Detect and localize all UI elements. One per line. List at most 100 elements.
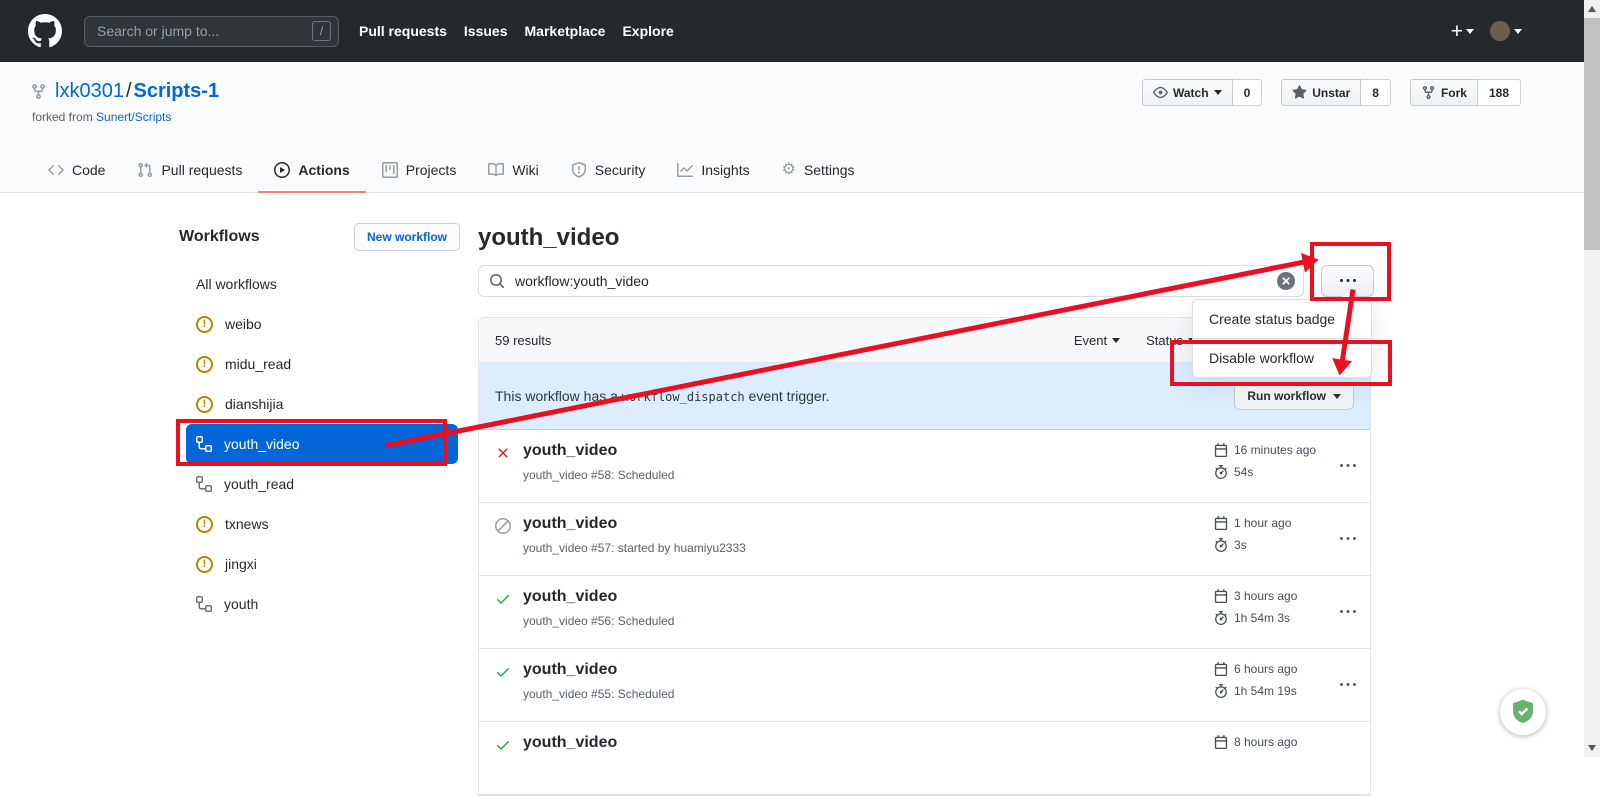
vertical-scrollbar[interactable] [1584,0,1600,757]
tab-label: Security [595,162,646,178]
tab-pull-requests[interactable]: Pull requests [121,149,258,193]
new-workflow-button[interactable]: New workflow [354,223,460,251]
tab-security[interactable]: Security [555,149,662,193]
tab-projects[interactable]: Projects [366,149,473,193]
run-options-button[interactable] [1340,677,1356,693]
user-menu[interactable] [1490,21,1522,41]
calendar-icon [1214,589,1228,603]
tab-insights[interactable]: Insights [661,149,765,193]
run-time: 6 hours ago [1234,662,1297,676]
cancelled-icon [495,518,511,534]
scroll-down-arrow-icon[interactable] [1588,745,1596,751]
workflow-icon [196,436,212,452]
run-duration: 1h 54m 19s [1234,684,1297,698]
run-title-link[interactable]: youth_video [523,661,617,679]
run-title-link[interactable]: youth_video [523,588,617,606]
repo-name-link[interactable]: Scripts-1 [134,80,220,102]
workflow-icon [196,476,212,492]
forked-from-link[interactable]: Sunert/Scripts [96,110,171,124]
star-count[interactable]: 8 [1361,79,1391,106]
run-meta: 16 minutes ago 54s [1214,441,1316,485]
forked-from: forked from Sunert/Scripts [32,110,171,124]
scroll-up-arrow-icon[interactable] [1588,6,1596,12]
code-icon [48,162,64,178]
runs-search-input[interactable] [513,272,1269,290]
nav-pull-requests[interactable]: Pull requests [359,23,447,39]
global-search: / [84,16,339,47]
sidebar-item-midu-read[interactable]: ! midu_read [186,344,458,384]
run-title-link[interactable]: youth_video [523,442,617,460]
run-options-button[interactable] [1340,458,1356,474]
create-new-menu[interactable]: + [1451,21,1474,42]
sidebar-item-youth-read[interactable]: youth_read [186,464,458,504]
sidebar-item-all-workflows[interactable]: All workflows [186,264,458,304]
graph-icon [677,162,693,178]
scrollbar-thumb[interactable] [1584,18,1600,250]
nav-explore[interactable]: Explore [622,23,673,39]
sidebar-item-youth-video[interactable]: youth_video [186,424,458,464]
project-icon [382,162,398,178]
unstar-button[interactable]: Unstar [1281,79,1361,106]
tab-wiki[interactable]: Wiki [472,149,554,193]
github-logo-icon[interactable] [28,14,62,48]
run-options-button[interactable] [1340,531,1356,547]
sidebar-item-jingxi[interactable]: ! jingxi [186,544,458,584]
menu-item-disable-workflow[interactable]: Disable workflow [1193,338,1371,377]
warning-icon: ! [196,356,213,373]
sidebar-item-label: youth_read [224,476,294,492]
sidebar-item-label: txnews [225,516,269,532]
watch-button[interactable]: Watch [1142,79,1233,106]
status-filter-label: Status [1146,333,1183,348]
plus-icon: + [1451,21,1463,42]
run-workflow-button[interactable]: Run workflow [1234,382,1354,410]
nav-issues[interactable]: Issues [464,23,508,39]
run-row: youth_video youth_video #55: Scheduled 6… [479,649,1370,722]
watch-count[interactable]: 0 [1233,79,1263,106]
tab-label: Projects [406,162,457,178]
nav-marketplace[interactable]: Marketplace [525,23,606,39]
repo-forked-icon [30,83,47,100]
shield-icon [571,162,587,178]
unstar-label: Unstar [1312,86,1350,100]
run-options-button[interactable] [1340,604,1356,620]
clear-icon [1277,272,1295,290]
fork-button[interactable]: Fork [1410,79,1478,106]
event-filter[interactable]: Event [1074,333,1120,348]
clear-search-button[interactable] [1277,272,1295,290]
sidebar-item-youth[interactable]: youth [186,584,458,624]
run-title-link[interactable]: youth_video [523,515,617,533]
workflows-title: Workflows [179,228,260,246]
sidebar-item-label: weibo [225,316,262,332]
pull-request-icon [137,162,153,178]
shield-check-icon [1509,698,1537,726]
slash-key-hint: / [312,21,331,41]
stopwatch-icon [1214,465,1228,479]
sidebar-item-weibo[interactable]: ! weibo [186,304,458,344]
adblock-shield-badge[interactable] [1500,689,1546,735]
run-row: youth_video youth_video #57: started by … [479,503,1370,576]
runs-table: 59 results Event Status Th [478,317,1371,796]
success-icon [495,664,511,680]
tab-actions[interactable]: Actions [258,149,365,193]
sidebar-item-label: midu_read [225,356,291,372]
tab-code[interactable]: Code [32,149,121,193]
calendar-icon [1214,516,1228,530]
success-icon [495,591,511,607]
global-search-input[interactable] [95,22,312,40]
sidebar-item-label: youth_video [224,436,300,452]
notice-after: event trigger. [749,388,830,404]
sidebar-item-dianshijia[interactable]: ! dianshijia [186,384,458,424]
sidebar-item-txnews[interactable]: ! txnews [186,504,458,544]
status-filter[interactable]: Status [1146,333,1196,348]
star-icon [1292,85,1307,100]
stopwatch-icon [1214,538,1228,552]
fork-count[interactable]: 188 [1478,79,1521,106]
tab-label: Settings [804,162,855,178]
caret-down-icon [1112,338,1120,343]
warning-icon: ! [196,316,213,333]
tab-settings[interactable]: ⚙ Settings [766,149,871,193]
repo-owner-link[interactable]: lxk0301 [55,80,124,102]
menu-item-create-status-badge[interactable]: Create status badge [1193,300,1371,338]
run-title-link[interactable]: youth_video [523,734,617,752]
repo-title: lxk0301/Scripts-1 [30,80,219,103]
